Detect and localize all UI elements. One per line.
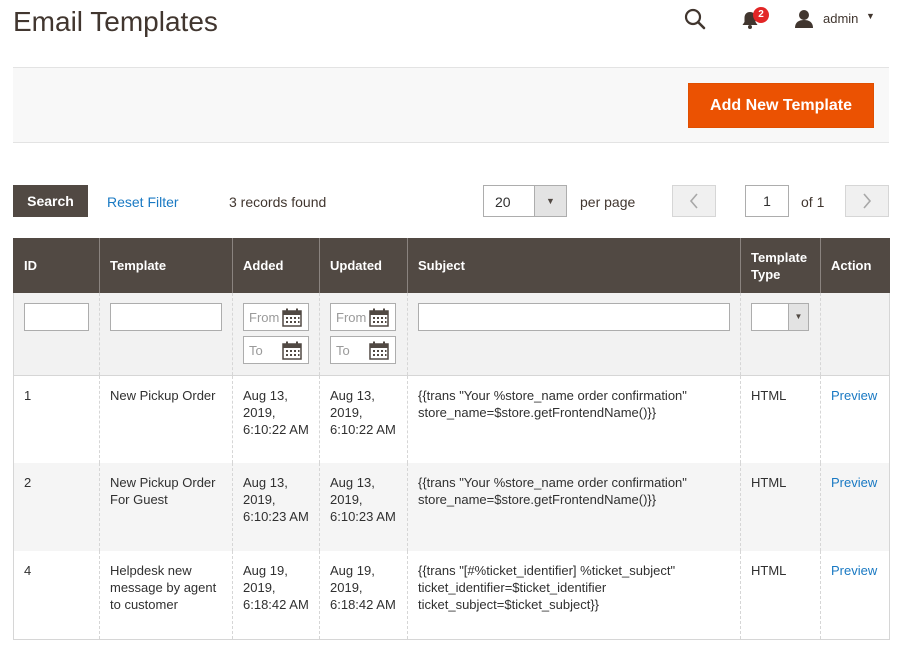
column-header-action: Action bbox=[820, 238, 890, 293]
cell-subject: {{trans "[#%ticket_identifier] %ticket_s… bbox=[407, 551, 741, 640]
date-placeholder-from: From bbox=[336, 310, 367, 325]
cell-added: Aug 13, 2019, 6:10:23 AM bbox=[232, 463, 320, 551]
template-type-filter-select[interactable]: ▼ bbox=[751, 303, 809, 331]
templates-grid: ID Template Added Updated Subject Templa… bbox=[13, 238, 890, 640]
per-page-select[interactable]: 20 ▼ bbox=[483, 185, 567, 217]
notification-badge[interactable]: 2 bbox=[753, 7, 769, 23]
chevron-down-icon[interactable]: ▼ bbox=[788, 304, 808, 330]
cell-subject: {{trans "Your %store_name order confirma… bbox=[407, 375, 741, 463]
cell-updated: Aug 13, 2019, 6:10:22 AM bbox=[319, 375, 408, 463]
previous-page-button[interactable] bbox=[672, 185, 716, 217]
admin-user-menu[interactable]: admin bbox=[823, 11, 858, 26]
cell-type: HTML bbox=[740, 463, 821, 551]
search-icon[interactable] bbox=[684, 8, 706, 30]
calendar-icon[interactable] bbox=[369, 308, 389, 327]
chevron-down-icon[interactable]: ▼ bbox=[534, 186, 566, 216]
updated-from-date-input[interactable]: From bbox=[330, 303, 396, 331]
calendar-icon[interactable] bbox=[369, 341, 389, 360]
table-row: 4 Helpdesk new message by agent to custo… bbox=[13, 551, 890, 640]
cell-template: Helpdesk new message by agent to custome… bbox=[99, 551, 233, 640]
preview-link[interactable]: Preview bbox=[831, 475, 877, 490]
search-button[interactable]: Search bbox=[13, 185, 88, 217]
date-placeholder-to: To bbox=[336, 343, 350, 358]
chevron-right-icon bbox=[863, 193, 872, 209]
cell-action: Preview bbox=[820, 375, 890, 463]
records-found: 3 records found bbox=[229, 194, 327, 210]
chevron-left-icon bbox=[689, 193, 698, 209]
total-pages: of 1 bbox=[801, 194, 825, 210]
preview-link[interactable]: Preview bbox=[831, 563, 877, 578]
user-icon[interactable] bbox=[794, 9, 814, 29]
cell-subject: {{trans "Your %store_name order confirma… bbox=[407, 463, 741, 551]
calendar-icon[interactable] bbox=[282, 341, 302, 360]
column-header-added[interactable]: Added bbox=[232, 238, 320, 293]
per-page-value: 20 bbox=[495, 194, 511, 210]
column-header-updated[interactable]: Updated bbox=[319, 238, 408, 293]
cell-added: Aug 13, 2019, 6:10:22 AM bbox=[232, 375, 320, 463]
reset-filter-link[interactable]: Reset Filter bbox=[107, 194, 179, 210]
added-to-date-input[interactable]: To bbox=[243, 336, 309, 364]
calendar-icon[interactable] bbox=[282, 308, 302, 327]
cell-type: HTML bbox=[740, 375, 821, 463]
action-filter-empty bbox=[820, 293, 890, 376]
id-filter-input[interactable] bbox=[24, 303, 89, 331]
add-new-template-button[interactable]: Add New Template bbox=[688, 83, 874, 128]
date-placeholder-to: To bbox=[249, 343, 263, 358]
cell-id: 1 bbox=[13, 375, 100, 463]
cell-type: HTML bbox=[740, 551, 821, 640]
column-header-subject[interactable]: Subject bbox=[407, 238, 741, 293]
caret-down-icon[interactable]: ▼ bbox=[866, 11, 875, 21]
added-from-date-input[interactable]: From bbox=[243, 303, 309, 331]
cell-id: 4 bbox=[13, 551, 100, 640]
date-placeholder-from: From bbox=[249, 310, 280, 325]
updated-to-date-input[interactable]: To bbox=[330, 336, 396, 364]
per-page-label: per page bbox=[580, 194, 636, 210]
table-row: 1 New Pickup Order Aug 13, 2019, 6:10:22… bbox=[13, 375, 890, 463]
cell-action: Preview bbox=[820, 551, 890, 640]
column-header-template[interactable]: Template bbox=[99, 238, 233, 293]
cell-updated: Aug 19, 2019, 6:18:42 AM bbox=[319, 551, 408, 640]
next-page-button[interactable] bbox=[845, 185, 889, 217]
cell-updated: Aug 13, 2019, 6:10:23 AM bbox=[319, 463, 408, 551]
cell-action: Preview bbox=[820, 463, 890, 551]
column-header-id[interactable]: ID bbox=[13, 238, 100, 293]
column-header-template-type[interactable]: Template Type bbox=[740, 238, 821, 293]
current-page-input[interactable] bbox=[745, 185, 789, 217]
preview-link[interactable]: Preview bbox=[831, 388, 877, 403]
cell-added: Aug 19, 2019, 6:18:42 AM bbox=[232, 551, 320, 640]
cell-template: New Pickup Order For Guest bbox=[99, 463, 233, 551]
template-filter-input[interactable] bbox=[110, 303, 222, 331]
grid-toolbar: Search Reset Filter 3 records found 20 ▼… bbox=[13, 185, 889, 219]
cell-template: New Pickup Order bbox=[99, 375, 233, 463]
subject-filter-input[interactable] bbox=[418, 303, 730, 331]
filter-row: From To From To ▼ bbox=[13, 293, 890, 376]
cell-id: 2 bbox=[13, 463, 100, 551]
page-actions-bar: Add New Template bbox=[13, 67, 889, 143]
table-row: 2 New Pickup Order For Guest Aug 13, 201… bbox=[13, 463, 890, 551]
page-title: Email Templates bbox=[13, 6, 218, 37]
